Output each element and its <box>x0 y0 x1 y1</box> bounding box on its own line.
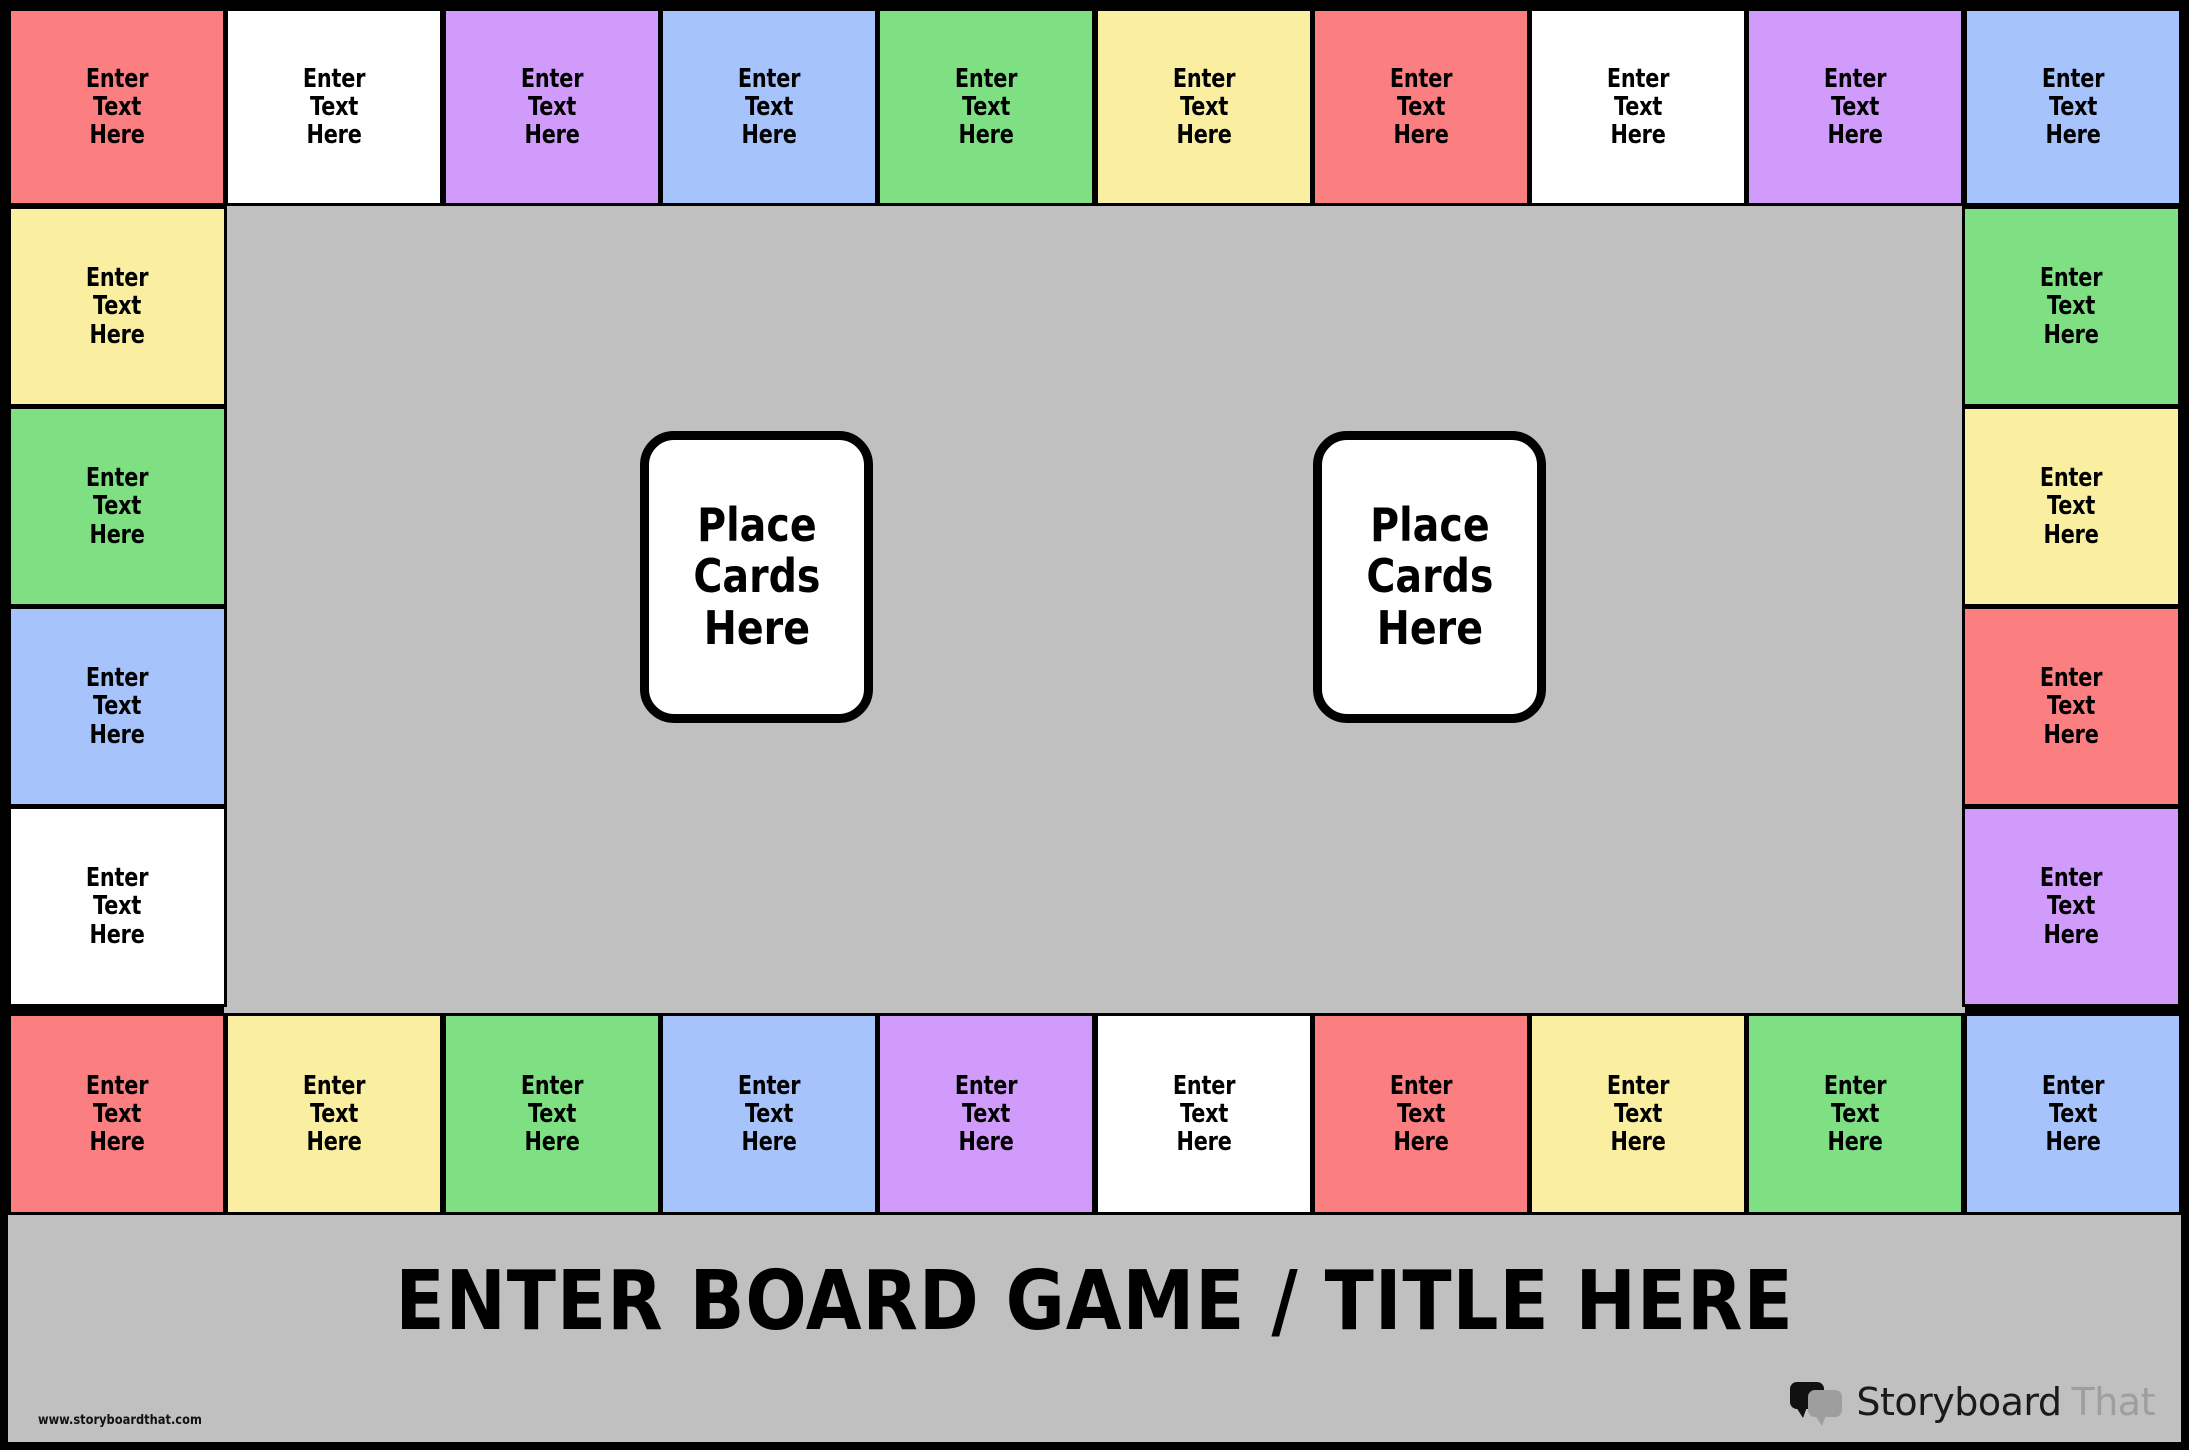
top-cell-2-label: Enter Text Here <box>302 63 366 151</box>
top-cell-7[interactable]: Enter Text Here <box>1312 8 1530 206</box>
bottom-cell-9[interactable]: Enter Text Here <box>1746 1013 1964 1215</box>
top-cell-3-label: Enter Text Here <box>520 63 584 151</box>
right-cell-4[interactable]: Enter Text Here <box>1962 806 2181 1007</box>
bottom-cell-7[interactable]: Enter Text Here <box>1312 1013 1530 1215</box>
site-url-label: www.storyboardthat.com <box>38 1413 202 1428</box>
bottom-cell-5-label: Enter Text Here <box>954 1070 1018 1158</box>
top-cell-9-label: Enter Text Here <box>1823 63 1887 151</box>
board-game-template: Place Cards Here Place Cards Here Enter … <box>0 0 2189 1450</box>
top-cell-8-label: Enter Text Here <box>1606 63 1670 151</box>
left-cell-3[interactable]: Enter Text Here <box>8 606 227 807</box>
page-title: ENTER BOARD GAME / TITLE HERE <box>395 1254 1794 1349</box>
right-cell-2[interactable]: Enter Text Here <box>1962 406 2181 607</box>
left-cell-1-label: Enter Text Here <box>86 263 149 350</box>
top-cell-8[interactable]: Enter Text Here <box>1529 8 1747 206</box>
card-slot-right[interactable]: Place Cards Here <box>1313 431 1546 723</box>
bottom-cell-2[interactable]: Enter Text Here <box>225 1013 443 1215</box>
bottom-cell-6-label: Enter Text Here <box>1172 1070 1236 1158</box>
bottom-cell-1[interactable]: Enter Text Here <box>8 1013 226 1215</box>
bottom-cell-4-label: Enter Text Here <box>737 1070 801 1158</box>
title-bar: ENTER BOARD GAME / TITLE HERE www.storyb… <box>8 1215 2181 1442</box>
bottom-cell-3-label: Enter Text Here <box>520 1070 584 1158</box>
left-cell-2[interactable]: Enter Text Here <box>8 406 227 607</box>
right-cell-3[interactable]: Enter Text Here <box>1962 606 2181 807</box>
top-cell-1-label: Enter Text Here <box>85 63 149 151</box>
card-slot-left-label: Place Cards Here <box>692 497 821 655</box>
bottom-cell-4[interactable]: Enter Text Here <box>660 1013 878 1215</box>
top-cell-2[interactable]: Enter Text Here <box>225 8 443 206</box>
bottom-cell-1-label: Enter Text Here <box>85 1070 149 1158</box>
speech-bubbles-icon <box>1790 1380 1846 1426</box>
left-cell-4-label: Enter Text Here <box>86 863 149 950</box>
bottom-cell-6[interactable]: Enter Text Here <box>1095 1013 1313 1215</box>
bottom-cell-7-label: Enter Text Here <box>1389 1070 1453 1158</box>
top-cell-10[interactable]: Enter Text Here <box>1964 8 2182 206</box>
brand-name-primary: Storyboard <box>1856 1380 2062 1424</box>
top-cell-7-label: Enter Text Here <box>1389 63 1453 151</box>
card-slot-right-label: Place Cards Here <box>1365 497 1494 655</box>
top-cell-3[interactable]: Enter Text Here <box>443 8 661 206</box>
top-cell-5-label: Enter Text Here <box>954 63 1018 151</box>
left-cell-3-label: Enter Text Here <box>86 663 149 750</box>
storyboardthat-logo: Storyboard That <box>1790 1380 2156 1426</box>
left-cell-1[interactable]: Enter Text Here <box>8 206 227 407</box>
top-cell-4-label: Enter Text Here <box>737 63 801 151</box>
right-cell-3-label: Enter Text Here <box>2040 663 2103 750</box>
top-cell-10-label: Enter Text Here <box>2041 63 2105 151</box>
bottom-cell-10-label: Enter Text Here <box>2041 1070 2105 1158</box>
bottom-cell-9-label: Enter Text Here <box>1823 1070 1887 1158</box>
right-cell-1-label: Enter Text Here <box>2040 263 2103 350</box>
right-cell-1[interactable]: Enter Text Here <box>1962 206 2181 407</box>
left-cell-4[interactable]: Enter Text Here <box>8 806 227 1007</box>
card-slot-left[interactable]: Place Cards Here <box>640 431 873 723</box>
right-cell-4-label: Enter Text Here <box>2040 863 2103 950</box>
brand-name-secondary: That <box>2071 1380 2156 1424</box>
top-cell-6-label: Enter Text Here <box>1172 63 1236 151</box>
top-cell-6[interactable]: Enter Text Here <box>1095 8 1313 206</box>
right-cell-2-label: Enter Text Here <box>2040 463 2103 550</box>
top-cell-9[interactable]: Enter Text Here <box>1746 8 1964 206</box>
bottom-cell-5[interactable]: Enter Text Here <box>877 1013 1095 1215</box>
bottom-cell-2-label: Enter Text Here <box>302 1070 366 1158</box>
speech-bubble-front-icon <box>1808 1390 1843 1426</box>
center-playfield <box>224 203 1965 1016</box>
bottom-cell-3[interactable]: Enter Text Here <box>443 1013 661 1215</box>
left-cell-2-label: Enter Text Here <box>86 463 149 550</box>
bottom-cell-10[interactable]: Enter Text Here <box>1964 1013 2182 1215</box>
bottom-cell-8-label: Enter Text Here <box>1606 1070 1670 1158</box>
top-cell-1[interactable]: Enter Text Here <box>8 8 226 206</box>
top-cell-5[interactable]: Enter Text Here <box>877 8 1095 206</box>
top-cell-4[interactable]: Enter Text Here <box>660 8 878 206</box>
bottom-cell-8[interactable]: Enter Text Here <box>1529 1013 1747 1215</box>
